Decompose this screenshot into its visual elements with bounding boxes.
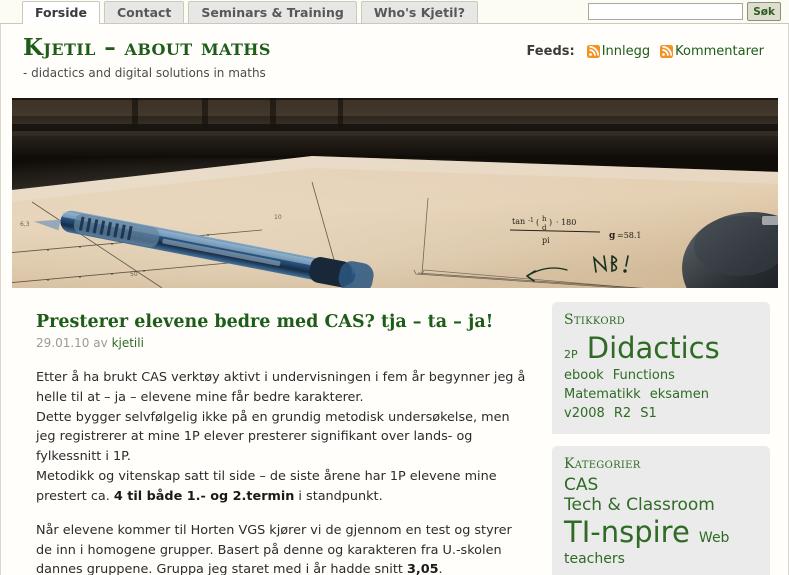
tag-link[interactable]: 2P xyxy=(564,348,578,361)
tag-link[interactable]: Didactics xyxy=(587,331,720,365)
post-date: 29.01.10 xyxy=(36,335,90,350)
post-title[interactable]: Presterer elevene bedre med CAS? tja – t… xyxy=(36,312,530,334)
tag-link[interactable]: Matematikk xyxy=(564,387,641,402)
feed-link-innlegg[interactable]: Innlegg xyxy=(586,44,651,59)
post-meta: 29.01.10 av kjetili xyxy=(36,336,530,350)
sidebar-widget-kategorier: Kategorier CAS Tech & Classroom TI-nspire… xyxy=(552,445,770,575)
feeds-area: Feeds: Innlegg Kommentarer xyxy=(526,44,774,59)
sidebar: Stikkord 2P Didactics ebook Functions Mat… xyxy=(552,298,770,575)
post-text-bold: 4 til både 1.- og 2.termin xyxy=(113,488,295,504)
post-text: . xyxy=(438,562,443,575)
tag-link[interactable]: eksamen xyxy=(650,387,709,402)
post-by-label: av xyxy=(93,335,108,350)
post-body: Etter å ha brukt CAS verktøy aktivt i un… xyxy=(36,368,530,575)
feed-link-label: Kommentarer xyxy=(675,44,764,59)
page-container: Kjetil – about maths - didactics and dig… xyxy=(0,24,789,575)
feeds-label: Feeds: xyxy=(526,44,575,59)
post-content-column: Presterer elevene bedre med CAS? tja – t… xyxy=(12,298,552,575)
rss-icon xyxy=(660,45,674,58)
post-paragraph: Etter å ha brukt CAS verktøy aktivt i un… xyxy=(36,368,530,507)
nav-tab-seminars-training[interactable]: Seminars & Training xyxy=(188,1,357,23)
tag-link[interactable]: Web xyxy=(699,530,730,546)
sidebar-widget-stikkord: Stikkord 2P Didactics ebook Functions Mat… xyxy=(552,302,770,434)
search-input[interactable] xyxy=(588,3,744,20)
tag-link[interactable]: ebook xyxy=(564,368,604,383)
post-author-link[interactable]: kjetili xyxy=(112,336,144,350)
tag-link[interactable]: R2 xyxy=(614,406,631,421)
post-paragraph: Når elevene kommer til Horten VGS kjører… xyxy=(36,521,530,575)
widget-title: Kategorier xyxy=(564,455,641,472)
tag-cloud: 2P Didactics ebook Functions Matematikk … xyxy=(564,331,758,422)
search-form: Søk xyxy=(588,2,781,21)
site-description: - didactics and digital solutions in mat… xyxy=(23,66,266,81)
tag-link[interactable]: TI-nspire xyxy=(564,515,690,549)
post-text: i standpunkt. xyxy=(294,488,383,504)
nav-tab-contact[interactable]: Contact xyxy=(103,1,185,23)
header-banner-image: 6,3 10 50 10 tan xyxy=(12,98,778,288)
tag-link[interactable]: teachers xyxy=(564,551,625,567)
tag-link[interactable]: Tech & Classroom xyxy=(564,495,715,515)
nav-tab-who-s-kjetil[interactable]: Who's Kjetil? xyxy=(360,1,478,23)
main-columns: Presterer elevene bedre med CAS? tja – t… xyxy=(1,288,788,575)
widget-title: Stikkord xyxy=(564,312,626,328)
post-text-bold: 3,05 xyxy=(406,562,439,575)
tag-link[interactable]: S1 xyxy=(640,406,657,421)
feed-link-label: Innlegg xyxy=(601,44,651,59)
post-text: Etter å ha brukt CAS verktøy aktivt i un… xyxy=(36,369,526,405)
tag-link[interactable]: v2008 xyxy=(564,406,605,421)
site-header: Kjetil – about maths - didactics and dig… xyxy=(1,24,788,94)
feed-link-kommentarer[interactable]: Kommentarer xyxy=(660,44,764,59)
nav-tab-forside[interactable]: Forside xyxy=(22,1,100,24)
tag-link[interactable]: CAS xyxy=(564,475,598,495)
feed-links: Innlegg Kommentarer xyxy=(586,44,774,59)
banner-photo: 6,3 10 50 10 tan xyxy=(12,98,778,288)
top-navigation-bar: Forside Contact Seminars & Training Who's K… xyxy=(0,0,789,24)
rss-icon xyxy=(586,45,600,58)
tag-cloud: CAS Tech & Classroom TI-nspire Web teach… xyxy=(564,475,758,568)
tag-link[interactable]: Functions xyxy=(613,368,675,383)
search-submit-button[interactable]: Søk xyxy=(747,2,781,21)
tab-list: Forside Contact Seminars & Training Who's K… xyxy=(22,1,482,24)
